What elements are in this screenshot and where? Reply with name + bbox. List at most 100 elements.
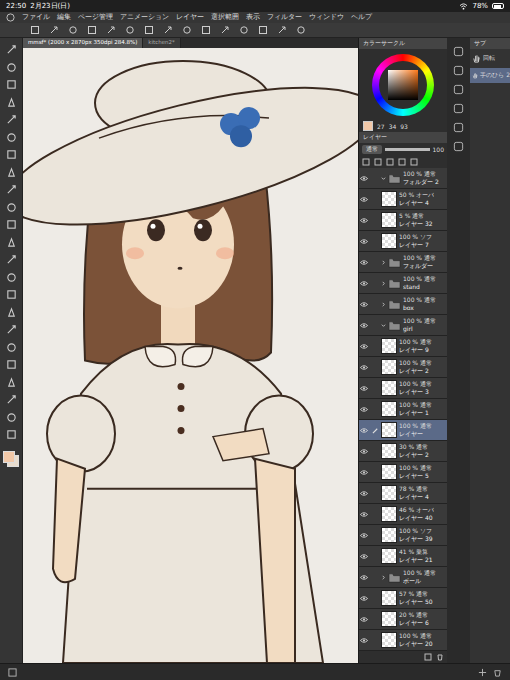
eye-icon[interactable] [360,386,368,391]
eye-icon[interactable] [360,323,368,328]
fill-icon[interactable] [6,307,17,318]
pen-icon[interactable] [6,184,17,195]
menu-item[interactable]: ファイル [22,13,50,22]
hue-ring[interactable] [372,54,434,116]
menu-item[interactable]: ヘルプ [351,13,372,22]
layer-row[interactable]: 100 % 通常 レイヤー 1 [359,399,447,420]
layer-row[interactable]: 100 % 通常 box [359,294,447,315]
menu-item[interactable]: ページ管理 [78,13,113,22]
expand-chevron-icon[interactable] [381,302,386,307]
ref-icon[interactable] [374,158,382,166]
color-value[interactable]: 27 [377,123,385,130]
layer-row[interactable]: 100 % 通常 ボール [359,567,447,588]
layer-row[interactable]: 20 % 通常 レイヤー 6 [359,609,447,630]
layer-row[interactable]: 100 % 通常 レイヤー 20 [359,630,447,651]
menu-item[interactable]: レイヤー [176,13,204,22]
wand-icon[interactable] [6,149,17,160]
select-icon[interactable] [6,114,17,125]
eye-icon[interactable] [360,344,368,349]
eye-icon[interactable] [360,617,368,622]
eye-icon[interactable] [360,596,368,601]
layer-prop-icon[interactable] [453,84,464,95]
layer-row[interactable]: 30 % 通常 レイヤー 2 [359,441,447,462]
line-icon[interactable] [296,25,306,35]
clear-icon[interactable] [68,25,78,35]
saturation-square[interactable] [388,70,418,100]
layer-row[interactable]: 100 % 通常 フォルダー [359,252,447,273]
menu-item[interactable]: ウィンドウ [309,13,344,22]
expand-chevron-icon[interactable] [381,281,386,286]
property-icon[interactable] [453,65,464,76]
sub-tool-icon[interactable] [453,46,464,57]
ruler-icon[interactable] [410,158,418,166]
layer-row[interactable]: 78 % 通常 レイヤー 4 [359,483,447,504]
eye-icon[interactable] [360,449,368,454]
eraser-icon[interactable] [6,272,17,283]
menu-item[interactable]: 表示 [246,13,260,22]
invert-icon[interactable] [144,25,154,35]
eye-icon[interactable] [360,281,368,286]
opacity-value[interactable]: 100 [433,146,444,153]
new-layer-icon[interactable] [424,653,432,661]
blend-icon[interactable] [6,289,17,300]
eye-icon[interactable] [360,407,368,412]
ruler-icon[interactable] [6,377,17,388]
gradient-icon[interactable] [6,324,17,335]
layer-row[interactable]: 100 % 通常 フォルダー 2 [359,168,447,189]
eye-icon[interactable] [360,533,368,538]
eye-icon[interactable] [360,260,368,265]
trash-icon[interactable] [493,668,502,677]
deselect-icon[interactable] [125,25,135,35]
menu-item[interactable]: アニメーション [120,13,169,22]
lasso-icon[interactable] [6,132,17,143]
expand-chevron-icon[interactable] [381,575,386,580]
fill-icon[interactable] [106,25,116,35]
correct-icon[interactable] [6,429,17,440]
add-icon[interactable] [478,668,487,677]
eye-icon[interactable] [360,575,368,580]
decoration-icon[interactable] [6,254,17,265]
layer-row[interactable]: 46 % オーバ レイヤー 40 [359,504,447,525]
expand-chevron-icon[interactable] [381,176,386,181]
transform-icon[interactable] [87,25,97,35]
panel-tab[interactable]: カラーサークル [359,38,447,49]
color-value[interactable]: 93 [400,123,408,130]
layer-row[interactable]: 100 % ソフ レイヤー 7 [359,231,447,252]
layer-row[interactable]: 57 % 通常 レイヤー 50 [359,588,447,609]
eye-icon[interactable] [360,638,368,643]
menu-item[interactable]: 編集 [57,13,71,22]
menu-icon[interactable] [8,668,17,677]
sub-tool-item[interactable]: 手のひら 2 [470,68,510,83]
panel-tab[interactable]: サブ [470,38,510,49]
eye-icon[interactable] [360,491,368,496]
sub-tool-item[interactable]: 回転 [470,51,510,66]
redo-icon[interactable] [49,25,59,35]
color-set-icon[interactable] [453,141,464,152]
grid-icon[interactable] [220,25,230,35]
mask-icon[interactable] [398,158,406,166]
text-icon[interactable] [6,394,17,405]
app-logo-icon[interactable] [6,13,15,22]
eye-icon[interactable] [360,554,368,559]
eye-icon[interactable] [360,428,368,433]
expand-chevron-icon[interactable] [381,260,386,265]
layer-row[interactable]: 100 % 通常 stand [359,273,447,294]
clip-icon[interactable] [362,158,370,166]
pencil-icon[interactable] [6,202,17,213]
main-color-swatch[interactable] [3,451,15,463]
eye-icon[interactable] [360,302,368,307]
material-icon[interactable] [453,122,464,133]
eye-icon[interactable] [360,218,368,223]
layer-row[interactable]: 100 % 通常 レイヤー 5 [359,462,447,483]
pen-mode-icon[interactable] [258,25,268,35]
color-value[interactable]: 34 [389,123,397,130]
hand-icon[interactable] [6,62,17,73]
lock-icon[interactable] [386,158,394,166]
snap2-icon[interactable] [182,25,192,35]
eye-icon[interactable] [360,470,368,475]
figure-icon[interactable] [6,342,17,353]
brush-icon[interactable] [6,219,17,230]
frame-icon[interactable] [6,359,17,370]
snap3-icon[interactable] [201,25,211,35]
balloon-icon[interactable] [6,412,17,423]
